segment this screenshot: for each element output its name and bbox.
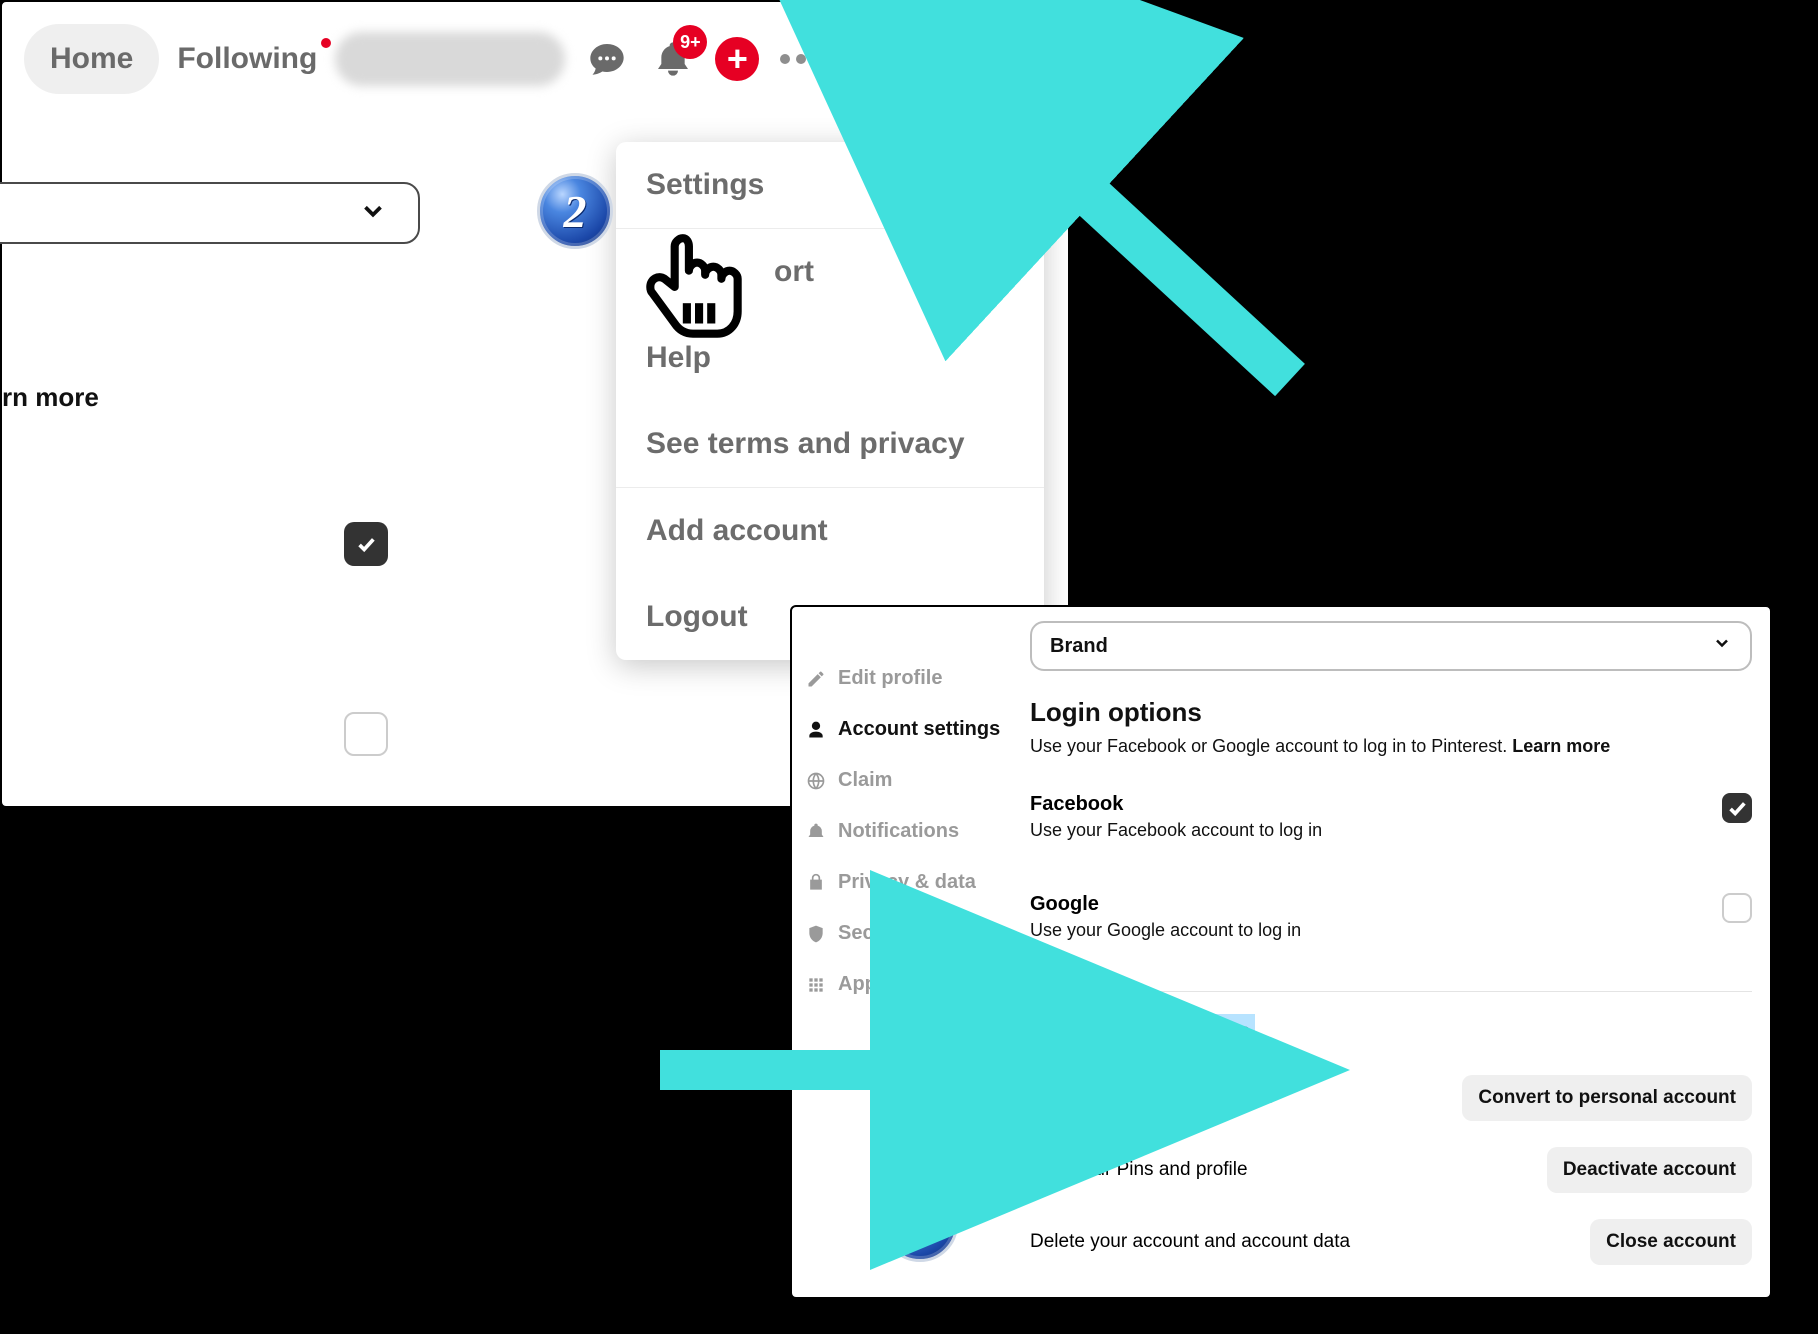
account-changes-heading: Account changes xyxy=(1030,1014,1255,1049)
sidebar-item-claim[interactable]: Claim xyxy=(806,769,1016,792)
chevron-down-icon xyxy=(358,196,388,231)
sidebar-item-privacy-data[interactable]: Privacy & data xyxy=(806,871,1016,894)
sidebar-item-notifications[interactable]: Notifications xyxy=(806,820,1016,843)
deactivate-button[interactable]: Deactivate account xyxy=(1547,1147,1752,1193)
dropdown-select-partial[interactable] xyxy=(0,182,420,244)
sidebar-item-apps[interactable]: Apps xyxy=(806,973,1016,996)
more-menu-button[interactable] xyxy=(777,35,825,83)
sidebar-label: Privacy & data xyxy=(838,871,976,894)
sidebar-item-account-settings[interactable]: Account settings xyxy=(806,718,1016,741)
nav-following[interactable]: Following xyxy=(177,42,317,76)
pointer-hand-icon xyxy=(630,226,760,361)
menu-item-terms[interactable]: See terms and privacy xyxy=(616,401,1044,487)
account-change-row-deactivate: Hide your Pins and profile Deactivate ac… xyxy=(1030,1147,1752,1193)
annotation-arrow-2 xyxy=(650,1030,990,1115)
notification-badge: 9+ xyxy=(673,25,707,59)
sidebar-label: Edit profile xyxy=(838,667,942,690)
convert-personal-button[interactable]: Convert to personal account xyxy=(1462,1075,1752,1121)
annotation-arrow-1 xyxy=(960,80,1320,405)
nav-home[interactable]: Home xyxy=(24,24,159,94)
step-badge-3: 3 xyxy=(882,1186,958,1262)
close-account-button[interactable]: Close account xyxy=(1590,1219,1752,1265)
chevron-down-icon xyxy=(1712,633,1732,659)
sidebar-label: Notifications xyxy=(838,820,959,843)
facebook-label: Facebook xyxy=(1030,793,1322,816)
google-label: Google xyxy=(1030,893,1301,916)
login-options-helper: Use your Facebook or Google account to l… xyxy=(1030,736,1752,757)
sidebar-label: Security xyxy=(838,922,917,945)
facebook-sub: Use your Facebook account to log in xyxy=(1030,820,1322,841)
nav-following-label: Following xyxy=(177,42,317,75)
brand-select-dropdown[interactable]: Brand xyxy=(1030,621,1752,671)
sidebar-item-edit-profile[interactable]: Edit profile xyxy=(806,667,1016,690)
row-label: Delete your account and account data xyxy=(1030,1231,1350,1253)
top-nav: Home Following 9+ + xyxy=(2,2,1068,112)
settings-content: Login options Use your Facebook or Googl… xyxy=(1030,697,1752,1265)
sidebar-item-security[interactable]: Security xyxy=(806,922,1016,945)
sidebar-label: Claim xyxy=(838,769,892,792)
profile-chip-blurred[interactable] xyxy=(335,32,565,86)
brand-select-value: Brand xyxy=(1050,635,1108,658)
login-row-facebook: Facebook Use your Facebook account to lo… xyxy=(1030,793,1752,841)
learn-more-link[interactable]: Learn more xyxy=(1512,736,1610,756)
login-options-heading: Login options xyxy=(1030,697,1752,728)
new-indicator-dot xyxy=(321,38,331,48)
facebook-checkbox[interactable] xyxy=(1722,793,1752,823)
google-checkbox[interactable] xyxy=(1722,893,1752,923)
learn-more-partial-text: rn more xyxy=(2,382,99,413)
account-change-row-convert: Stop using business features Convert to … xyxy=(1030,1075,1752,1121)
account-change-row-close: Delete your account and account data Clo… xyxy=(1030,1219,1752,1265)
settings-sidebar: Edit profile Account settings Claim Noti… xyxy=(806,667,1016,996)
menu-item-add-account[interactable]: Add account xyxy=(616,487,1044,574)
step-badge-2: 2 xyxy=(537,173,613,249)
row-label: Hide your Pins and profile xyxy=(1030,1159,1248,1181)
sidebar-label: Account settings xyxy=(838,718,1000,741)
create-button[interactable]: + xyxy=(715,37,759,81)
google-sub: Use your Google account to log in xyxy=(1030,920,1301,941)
sidebar-label: Apps xyxy=(838,973,888,996)
notifications-icon[interactable]: 9+ xyxy=(649,35,697,83)
messages-icon[interactable] xyxy=(583,35,631,83)
checkbox-checked[interactable] xyxy=(344,522,388,566)
row-label: Stop using business features xyxy=(1030,1087,1274,1109)
checkbox-unchecked[interactable] xyxy=(344,712,388,756)
section-divider xyxy=(1030,991,1752,992)
login-row-google: Google Use your Google account to log in xyxy=(1030,893,1752,941)
